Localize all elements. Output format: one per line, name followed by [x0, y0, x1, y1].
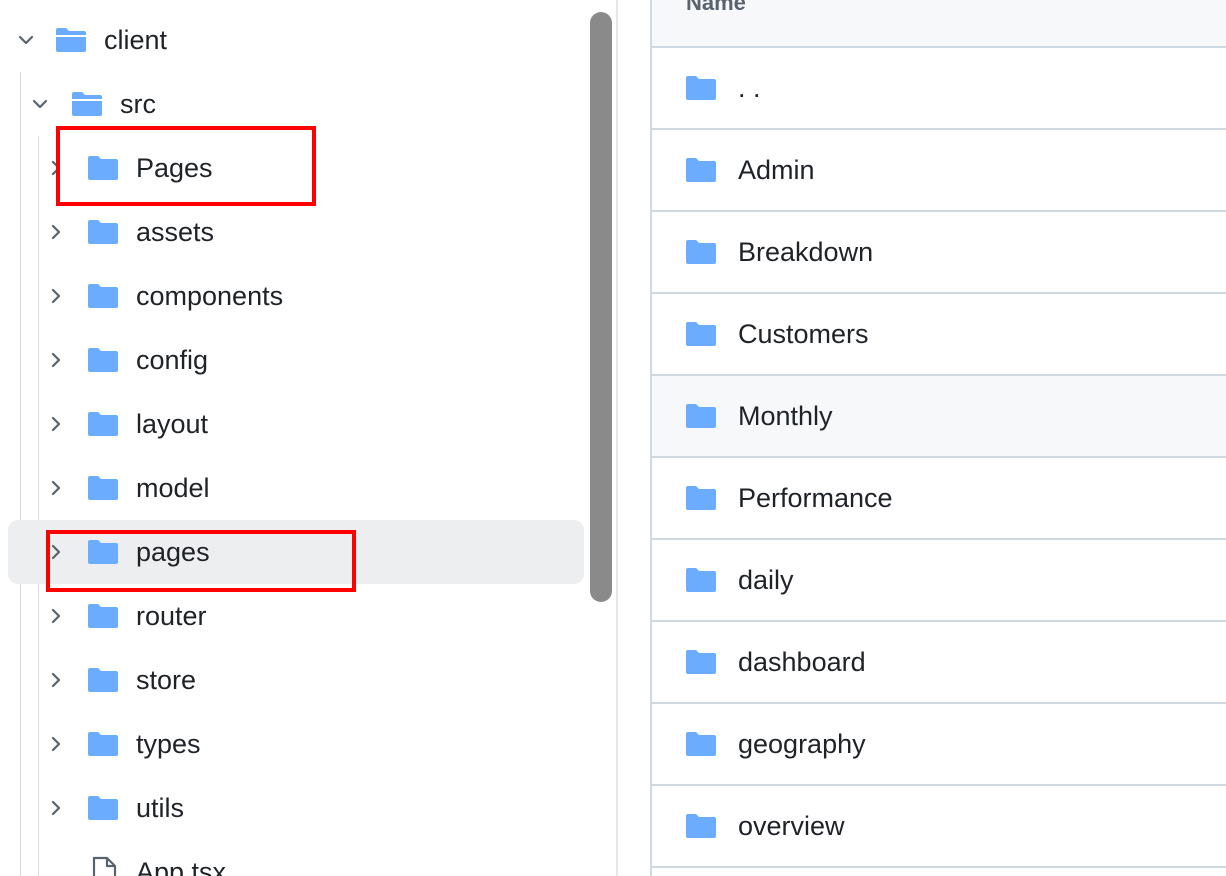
row-name[interactable]: . .: [738, 48, 761, 128]
folder-icon: [686, 568, 716, 592]
tree-item-label: config: [136, 345, 209, 375]
tree-item-label: utils: [136, 793, 185, 823]
folder-icon: [686, 76, 716, 100]
row-name[interactable]: Breakdown: [738, 212, 873, 292]
tree-item-label: client: [104, 25, 168, 55]
column-header-name[interactable]: Name: [686, 0, 746, 20]
folder-icon: [88, 220, 118, 244]
table-row[interactable]: geography: [652, 704, 1226, 786]
folder-icon: [686, 322, 716, 346]
chevron-right-icon[interactable]: [46, 606, 66, 626]
chevron-down-icon[interactable]: [16, 30, 36, 50]
row-name[interactable]: overview: [738, 786, 845, 866]
folder-icon: [686, 158, 716, 182]
tree-item-label: layout: [136, 409, 209, 439]
folder-icon: [88, 732, 118, 756]
tree-item-router[interactable]: router: [8, 584, 584, 648]
table-row[interactable]: . .: [652, 48, 1226, 130]
chevron-right-icon[interactable]: [46, 798, 66, 818]
folder-icon: [686, 404, 716, 428]
highlight-box-pages-uppercase: [56, 126, 316, 206]
chevron-right-icon[interactable]: [46, 670, 66, 690]
table-row[interactable]: Admin: [652, 130, 1226, 212]
chevron-right-icon[interactable]: [46, 414, 66, 434]
table-row[interactable]: Performance: [652, 458, 1226, 540]
tree-item-model[interactable]: model: [8, 456, 584, 520]
folder-icon: [88, 348, 118, 372]
table-row[interactable]: dashboard: [652, 622, 1226, 704]
tree-item-label: router: [136, 601, 207, 631]
folder-icon: [88, 476, 118, 500]
row-name[interactable]: Monthly: [738, 376, 833, 456]
tree-item-store[interactable]: store: [8, 648, 584, 712]
tree-item-label: App.tsx: [136, 857, 227, 876]
table-row[interactable]: Customers: [652, 294, 1226, 376]
tree-item-client[interactable]: client: [8, 8, 584, 72]
chevron-down-icon[interactable]: [30, 94, 50, 114]
tree-item-layout[interactable]: layout: [8, 392, 584, 456]
pane-divider[interactable]: [616, 0, 618, 876]
folder-icon: [88, 668, 118, 692]
tree-item-config[interactable]: config: [8, 328, 584, 392]
folder-icon: [686, 814, 716, 838]
row-name[interactable]: dashboard: [738, 622, 866, 702]
row-name[interactable]: daily: [738, 540, 794, 620]
folder-icon: [686, 486, 716, 510]
chevron-right-icon[interactable]: [46, 286, 66, 306]
folder-icon: [88, 284, 118, 308]
folder-icon: [686, 732, 716, 756]
tree-item-label: model: [136, 473, 210, 503]
tree-item-label: types: [136, 729, 201, 759]
tree-item-label: components: [136, 281, 284, 311]
tree-item-app-tsx[interactable]: App.tsx: [8, 840, 584, 876]
tree-item-types[interactable]: types: [8, 712, 584, 776]
table-row[interactable]: Breakdown: [652, 212, 1226, 294]
highlight-box-pages-lowercase: [46, 530, 356, 592]
table-row[interactable]: daily: [652, 540, 1226, 622]
file-icon: [92, 856, 117, 876]
row-name[interactable]: Customers: [738, 294, 869, 374]
folder-icon: [88, 604, 118, 628]
scrollbar-thumb[interactable]: [590, 12, 612, 602]
file-table: Name . . Admin Breakdown Customers Month…: [650, 0, 1226, 876]
row-name[interactable]: Performance: [738, 458, 893, 538]
folder-icon: [686, 240, 716, 264]
chevron-right-icon[interactable]: [46, 350, 66, 370]
table-row[interactable]: Monthly: [652, 376, 1226, 458]
folder-open-icon: [72, 92, 102, 116]
tree-item-utils[interactable]: utils: [8, 776, 584, 840]
tree-item-label: assets: [136, 217, 215, 247]
row-name[interactable]: geography: [738, 704, 866, 784]
tree-item-label: store: [136, 665, 197, 695]
tree-item-assets[interactable]: assets: [8, 200, 584, 264]
folder-icon: [88, 412, 118, 436]
tree-item-components[interactable]: components: [8, 264, 584, 328]
folder-icon: [88, 796, 118, 820]
table-header: Name: [652, 0, 1226, 48]
table-row[interactable]: overview: [652, 786, 1226, 868]
chevron-right-icon[interactable]: [46, 478, 66, 498]
chevron-right-icon[interactable]: [46, 734, 66, 754]
chevron-right-icon[interactable]: [46, 222, 66, 242]
folder-icon: [686, 650, 716, 674]
row-name[interactable]: Admin: [738, 130, 815, 210]
folder-open-icon: [56, 28, 86, 52]
